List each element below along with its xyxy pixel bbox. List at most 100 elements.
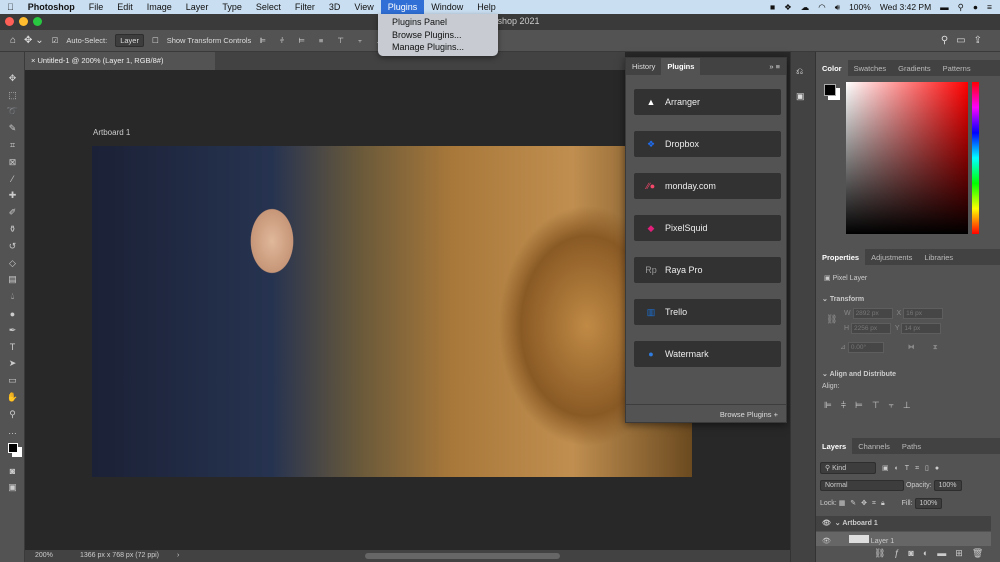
lasso-tool[interactable]: ➰ bbox=[0, 104, 25, 121]
menu-layer[interactable]: Layer bbox=[179, 0, 216, 14]
browse-plugins-button[interactable]: Browse Plugins + bbox=[626, 404, 786, 422]
plugin-item-raya-pro[interactable]: Rp Raya Pro bbox=[634, 257, 781, 283]
close-button[interactable] bbox=[5, 17, 14, 26]
plugins-panel-icon[interactable]: ▣ bbox=[796, 91, 810, 102]
healing-tool[interactable]: ✚ bbox=[0, 188, 25, 205]
tab-gradients[interactable]: Gradients bbox=[892, 60, 937, 76]
quick-select-tool[interactable]: ✎ bbox=[0, 120, 25, 137]
shape-tool[interactable]: ▭ bbox=[0, 372, 25, 389]
spotlight-icon[interactable]: ⚲ bbox=[958, 2, 964, 13]
blend-mode-dropdown[interactable]: Normal bbox=[820, 480, 904, 491]
volume-icon[interactable]: 🔊︎ bbox=[835, 2, 840, 13]
search-icon[interactable]: ⚲ bbox=[941, 35, 956, 46]
history-panel-icon[interactable]: ⎌ bbox=[796, 66, 810, 77]
minimize-button[interactable] bbox=[19, 17, 28, 26]
tab-adjustments[interactable]: Adjustments bbox=[865, 249, 918, 265]
type-tool[interactable]: T bbox=[0, 339, 25, 356]
tab-plugins[interactable]: Plugins bbox=[661, 58, 701, 75]
tab-properties[interactable]: Properties bbox=[816, 249, 866, 265]
apple-menu[interactable]:  bbox=[0, 0, 21, 14]
flag-icon[interactable]: ▬ bbox=[940, 2, 949, 12]
menu-view[interactable]: View bbox=[347, 0, 380, 14]
menu-help[interactable]: Help bbox=[470, 0, 503, 14]
foreground-background-colors[interactable] bbox=[0, 440, 25, 457]
home-icon[interactable]: ⌂ bbox=[10, 35, 16, 46]
gradient-tool[interactable]: ▤ bbox=[0, 272, 25, 289]
menu-item-manage-plugins[interactable]: Manage Plugins... bbox=[392, 41, 498, 54]
menu-item-plugins-panel[interactable]: Plugins Panel bbox=[392, 16, 498, 29]
marquee-tool[interactable]: ⬚ bbox=[0, 87, 25, 104]
share-icon[interactable]: ⇪ bbox=[974, 35, 990, 46]
crop-tool[interactable]: ⌗ bbox=[0, 137, 25, 154]
y-field[interactable]: 14 px bbox=[901, 323, 942, 334]
layer-row-artboard[interactable]: 👁︎ ⌄ Artboard 1 bbox=[816, 516, 991, 531]
panel-menu-icon[interactable]: » ≡ bbox=[763, 58, 786, 75]
plugin-item-pixelsquid[interactable]: ◆ PixelSquid bbox=[634, 215, 781, 241]
lock-icons[interactable]: ▦✎✥⌗🔒︎ bbox=[839, 500, 890, 507]
menu-edit[interactable]: Edit bbox=[110, 0, 140, 14]
height-field[interactable]: 2256 px bbox=[851, 323, 891, 334]
link-icon[interactable]: ⛓ bbox=[826, 314, 837, 325]
cloud-icon[interactable]: ☁ bbox=[801, 2, 810, 13]
plugin-item-dropbox[interactable]: ❖ Dropbox bbox=[634, 131, 781, 157]
color-swatches[interactable] bbox=[824, 84, 836, 96]
brush-tool[interactable]: ✐ bbox=[0, 204, 25, 221]
screen-mode-icon[interactable]: ▣ bbox=[0, 479, 25, 496]
siri-icon[interactable]: ● bbox=[973, 2, 978, 12]
dodge-tool[interactable]: ● bbox=[0, 305, 25, 322]
notification-icon[interactable]: ≡ bbox=[987, 2, 992, 12]
workspace-icon[interactable]: ▭ bbox=[956, 35, 973, 46]
flip-horizontal-icon[interactable]: ⧓ bbox=[908, 344, 915, 351]
menu-image[interactable]: Image bbox=[140, 0, 179, 14]
zoom-icon[interactable]: ■ bbox=[770, 2, 775, 12]
menu-plugins[interactable]: Plugins bbox=[380, 0, 425, 14]
document-info[interactable]: 1366 px x 768 px (72 ppi) bbox=[80, 552, 159, 559]
tab-layers[interactable]: Layers bbox=[816, 438, 853, 454]
document-tab[interactable]: × Untitled-1 @ 200% (Layer 1, RGB/8#) bbox=[25, 52, 215, 70]
visibility-icon[interactable]: 👁︎ bbox=[822, 520, 831, 527]
angle-field[interactable]: 0.00° bbox=[847, 342, 884, 353]
move-tool-icon[interactable]: ✥ ⌄ bbox=[24, 35, 44, 46]
tab-channels[interactable]: Channels bbox=[852, 438, 896, 454]
plugin-item-monday-com[interactable]: ∕∕● monday.com bbox=[634, 173, 781, 199]
plugin-item-watermark[interactable]: ● Watermark bbox=[634, 341, 781, 367]
filter-icons[interactable]: ▣◐T⌗▯● bbox=[882, 465, 945, 472]
tab-history[interactable]: History bbox=[626, 58, 661, 75]
move-tool[interactable]: ✥ bbox=[0, 70, 25, 87]
menu-3d[interactable]: 3D bbox=[322, 0, 348, 14]
align-buttons-icon[interactable]: ⊫ ⫩ ⊨ ≡ ⊤ ⫟ ⊥ bbox=[259, 36, 389, 46]
tab-color[interactable]: Color bbox=[816, 60, 848, 76]
menu-filter[interactable]: Filter bbox=[288, 0, 322, 14]
menu-item-browse-plugins[interactable]: Browse Plugins... bbox=[392, 29, 498, 42]
tab-patterns[interactable]: Patterns bbox=[937, 60, 977, 76]
clock[interactable]: Wed 3:42 PM bbox=[880, 2, 931, 12]
tab-libraries[interactable]: Libraries bbox=[918, 249, 959, 265]
status-arrow[interactable]: › bbox=[177, 552, 179, 559]
show-transform-checkbox[interactable]: ☐ bbox=[152, 36, 159, 45]
layer-filter-dropdown[interactable]: ⚲ Kind bbox=[820, 462, 876, 474]
flip-vertical-icon[interactable]: ⧗ bbox=[933, 344, 938, 351]
menu-photoshop[interactable]: Photoshop bbox=[21, 0, 82, 14]
more-tools[interactable]: … bbox=[0, 423, 25, 440]
auto-select-dropdown[interactable]: Layer bbox=[115, 34, 144, 47]
color-picker-field[interactable] bbox=[846, 82, 968, 234]
zoom-button[interactable] bbox=[33, 17, 42, 26]
history-brush-tool[interactable]: ↺ bbox=[0, 238, 25, 255]
blur-tool[interactable]: 💧︎ bbox=[0, 288, 25, 305]
width-field[interactable]: 2892 px bbox=[852, 308, 893, 319]
hue-slider[interactable] bbox=[972, 82, 979, 234]
eyedropper-tool[interactable]: ⁄ bbox=[0, 171, 25, 188]
zoom-tool[interactable]: ⚲ bbox=[0, 406, 25, 423]
transform-section[interactable]: ⌄ Transform bbox=[822, 295, 864, 303]
fill-field[interactable]: 100% bbox=[914, 498, 943, 509]
frame-tool[interactable]: ⊠ bbox=[0, 154, 25, 171]
hand-tool[interactable]: ✋ bbox=[0, 389, 25, 406]
canvas-image[interactable] bbox=[92, 146, 692, 477]
artboard-label[interactable]: Artboard 1 bbox=[93, 128, 130, 137]
plugin-item-arranger[interactable]: ▲ Arranger bbox=[634, 89, 781, 115]
align-section[interactable]: ⌄ Align and Distribute bbox=[822, 370, 896, 378]
path-select-tool[interactable]: ➤ bbox=[0, 356, 25, 373]
eraser-tool[interactable]: ◇ bbox=[0, 255, 25, 272]
menu-file[interactable]: File bbox=[82, 0, 111, 14]
dropbox-icon[interactable]: ❖ bbox=[784, 2, 792, 13]
